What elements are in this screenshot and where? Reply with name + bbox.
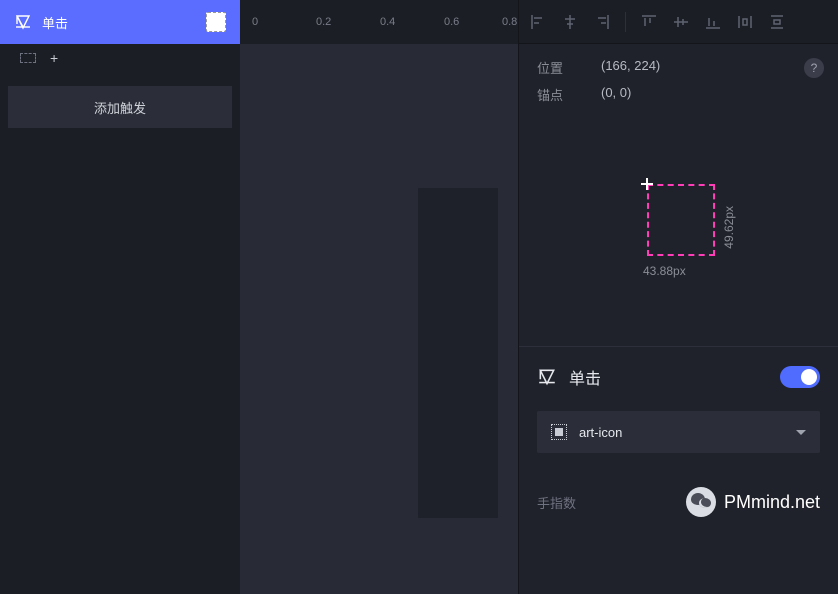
ruler-tick: 0.2 xyxy=(316,16,331,28)
watermark-text: PMmind.net xyxy=(724,492,820,513)
trigger-label: 单击 xyxy=(42,13,68,32)
dropdown-value: art-icon xyxy=(579,425,622,440)
divider xyxy=(625,12,626,32)
anchor-marker-icon xyxy=(639,176,655,192)
timeline-sub-row[interactable]: + xyxy=(0,44,240,72)
wechat-icon xyxy=(686,487,716,517)
inspector-panel: ? 位置 (166, 224) 锚点 (0, 0) 43.88px 49.62p… xyxy=(518,0,838,594)
plus-icon[interactable]: + xyxy=(50,50,58,66)
event-toggle[interactable] xyxy=(780,366,820,388)
add-trigger-label: 添加触发 xyxy=(94,98,146,117)
align-left-icon[interactable] xyxy=(529,13,547,31)
left-panel: 单击 + 添加触发 xyxy=(0,0,240,594)
click-icon xyxy=(14,13,32,31)
chevron-down-icon xyxy=(796,430,806,435)
artboard[interactable] xyxy=(418,188,498,518)
align-right-icon[interactable] xyxy=(593,13,611,31)
align-toolbar xyxy=(519,0,838,44)
position-row: 位置 (166, 224) xyxy=(537,58,820,77)
watermark: PMmind.net xyxy=(686,487,820,517)
target-dropdown[interactable]: art-icon xyxy=(537,411,820,453)
position-label: 位置 xyxy=(537,58,573,77)
preview-area: 43.88px 49.62px xyxy=(519,126,838,346)
anchor-label: 锚点 xyxy=(537,85,573,104)
height-dimension: 49.62px xyxy=(722,206,736,249)
anchor-row: 锚点 (0, 0) xyxy=(537,85,820,104)
trigger-row[interactable]: 单击 xyxy=(0,0,240,44)
dashed-box-icon xyxy=(20,53,36,63)
add-trigger-button[interactable]: 添加触发 xyxy=(8,86,232,128)
position-value: (166, 224) xyxy=(601,58,660,77)
align-top-icon[interactable] xyxy=(640,13,658,31)
ruler-tick: 0.8 xyxy=(502,16,517,28)
distribute-h-icon[interactable] xyxy=(736,13,754,31)
ruler-tick: 0 xyxy=(252,16,258,28)
width-dimension: 43.88px xyxy=(643,264,686,278)
fingers-row: 手指数 PMmind.net xyxy=(519,471,838,533)
canvas-panel: 0 0.2 0.4 0.6 0.8 xyxy=(240,0,518,594)
click-icon xyxy=(537,367,557,387)
ruler-tick: 0.4 xyxy=(380,16,395,28)
ruler-tick: 0.6 xyxy=(444,16,459,28)
selection-rect[interactable] xyxy=(647,184,715,256)
fingers-label: 手指数 xyxy=(537,493,576,512)
timeline-ruler[interactable]: 0 0.2 0.4 0.6 0.8 xyxy=(240,0,518,44)
align-middle-v-icon[interactable] xyxy=(672,13,690,31)
help-icon[interactable]: ? xyxy=(804,58,824,78)
properties-section: ? 位置 (166, 224) 锚点 (0, 0) xyxy=(519,44,838,126)
element-icon xyxy=(551,424,567,440)
anchor-value: (0, 0) xyxy=(601,85,631,104)
event-header: 单击 xyxy=(519,347,838,407)
element-swatch[interactable] xyxy=(206,12,226,32)
distribute-v-icon[interactable] xyxy=(768,13,786,31)
align-bottom-icon[interactable] xyxy=(704,13,722,31)
align-center-h-icon[interactable] xyxy=(561,13,579,31)
event-label: 单击 xyxy=(569,365,601,389)
